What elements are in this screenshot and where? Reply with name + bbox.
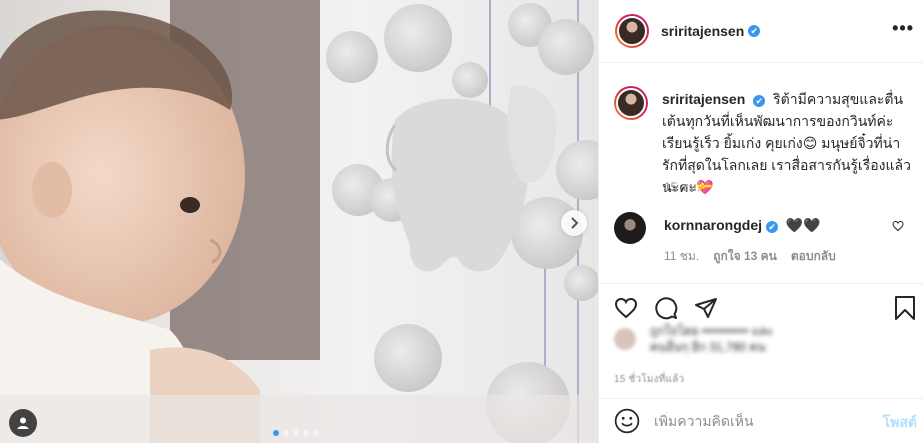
bookmark-icon[interactable] (894, 296, 916, 320)
post-photo (0, 0, 598, 443)
heart-icon[interactable] (614, 296, 638, 320)
share-icon[interactable] (694, 296, 718, 320)
avatar[interactable] (614, 86, 648, 120)
comment-like-icon[interactable] (892, 220, 904, 232)
comment-likes[interactable]: ถูกใจ 13 คน (713, 247, 777, 266)
comment-time: 11 ชม. (664, 249, 700, 263)
caption: sriritajensen ✔ ริต้ามีความสุขและตื่นเต้น… (614, 86, 912, 198)
chevron-right-icon (571, 217, 579, 229)
comment-text: 🖤🖤 (785, 217, 821, 233)
user-tag-icon (17, 417, 29, 429)
smile-icon[interactable] (614, 408, 640, 434)
caption-username[interactable]: sriritajensen (662, 91, 745, 107)
author-username[interactable]: sriritajensen (661, 23, 744, 39)
carousel-dot (293, 430, 299, 436)
add-comment-bar: โพสต์ (598, 398, 923, 443)
comment-body: kornnarongdej ✔ 🖤🖤 (664, 217, 821, 244)
more-icon[interactable]: ••• (892, 18, 914, 39)
comment-meta: 11 ชม. ถูกใจ 13 คน ตอบกลับ (664, 247, 836, 266)
avatar[interactable] (614, 328, 636, 350)
post-comment-button[interactable]: โพสต์ (883, 412, 917, 434)
comment-icon[interactable] (654, 296, 678, 320)
likes-line-2[interactable]: คนอื่นๆ อีก 31,780 คน (650, 339, 773, 355)
verified-icon: ✔ (753, 95, 766, 107)
post-time[interactable]: 15 ชั่วโมงที่แล้ว (614, 372, 684, 387)
next-slide-button[interactable] (561, 210, 587, 236)
likes-summary: ถูกใจโดย ••••••••••• และ คนอื่นๆ อีก 31,… (614, 323, 773, 355)
carousel-indicator (273, 430, 319, 436)
carousel-dot (313, 430, 319, 436)
verified-icon: ✔ (748, 25, 761, 37)
verified-icon: ✔ (766, 221, 779, 233)
likes-line-1[interactable]: ถูกใจโดย ••••••••••• และ (650, 323, 773, 339)
caption-time: 15 ชม. (664, 180, 701, 194)
comment-input[interactable] (654, 413, 854, 429)
post-header: sriritajensen ✔ ••• (599, 0, 923, 63)
comment-username[interactable]: kornnarongdej (664, 217, 762, 233)
user-tag-button[interactable] (9, 409, 37, 437)
comment: kornnarongdej ✔ 🖤🖤 (614, 212, 914, 244)
carousel-dot (273, 430, 279, 436)
post-media[interactable] (0, 0, 598, 443)
carousel-dot (283, 430, 289, 436)
avatar[interactable] (614, 212, 646, 244)
avatar[interactable] (615, 14, 649, 48)
reply-button[interactable]: ตอบกลับ (791, 247, 836, 266)
carousel-dot (303, 430, 309, 436)
